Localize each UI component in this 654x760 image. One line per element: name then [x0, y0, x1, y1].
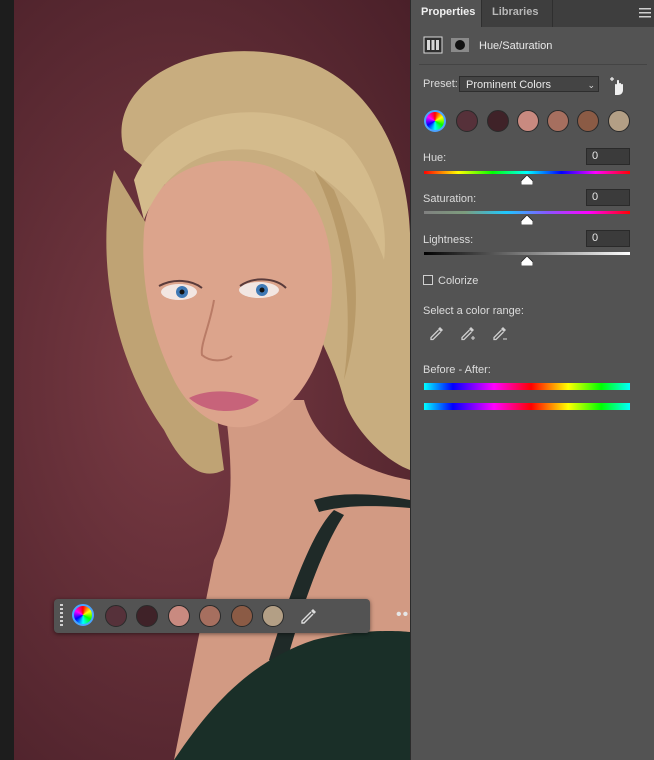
properties-panel: Properties Libraries Hue/Saturation Pres… [410, 0, 654, 760]
hue-input[interactable]: 0 [586, 148, 630, 165]
tab-properties[interactable]: Properties [411, 0, 481, 27]
color-range-label: Select a color range: [423, 305, 524, 317]
before-after-label: Before - After: [423, 364, 491, 376]
color-swatch[interactable] [487, 110, 509, 132]
lightness-input[interactable]: 0 [586, 230, 630, 247]
document-canvas[interactable]: ••• [0, 0, 410, 760]
hue-slider-track[interactable] [424, 171, 630, 174]
preset-label: Preset: [423, 78, 458, 90]
color-swatch[interactable] [577, 110, 599, 132]
more-options-icon[interactable]: ••• [396, 606, 410, 624]
color-swatch[interactable] [456, 110, 478, 132]
adjustment-title: Hue/Saturation [479, 40, 553, 52]
colorize-label: Colorize [438, 275, 479, 287]
adjustment-layer-icon[interactable] [423, 36, 443, 54]
color-swatch[interactable] [231, 605, 253, 627]
panel-menu-icon[interactable] [639, 8, 651, 18]
drag-grip-icon[interactable] [60, 604, 63, 628]
color-swatch[interactable] [105, 605, 127, 627]
portrait-photo [14, 0, 410, 760]
saturation-input[interactable]: 0 [586, 189, 630, 206]
color-wheel-swatch[interactable] [424, 110, 446, 132]
saturation-slider-thumb[interactable] [521, 215, 533, 225]
color-swatch[interactable] [168, 605, 190, 627]
eyedropper-subtract-icon[interactable] [491, 325, 509, 343]
after-color-bar [424, 403, 630, 410]
before-color-bar [424, 383, 630, 390]
saturation-label: Saturation: [423, 193, 477, 205]
tab-libraries[interactable]: Libraries [481, 0, 553, 27]
chevron-down-icon: ⌄ [587, 80, 595, 90]
eyedropper-icon[interactable] [299, 606, 319, 626]
color-swatch[interactable] [517, 110, 539, 132]
color-swatch[interactable] [547, 110, 569, 132]
lightness-label: Lightness: [423, 234, 474, 246]
lightness-slider-thumb[interactable] [521, 256, 533, 266]
eyedropper-add-icon[interactable] [459, 325, 477, 343]
contextual-color-bar: ••• [54, 599, 410, 633]
lightness-slider-track[interactable] [424, 252, 630, 255]
saturation-slider-track[interactable] [424, 211, 630, 214]
color-swatch[interactable] [262, 605, 284, 627]
color-swatch[interactable] [199, 605, 221, 627]
preset-dropdown[interactable]: Prominent Colors ⌄ [459, 76, 599, 92]
layer-mask-icon[interactable] [450, 36, 470, 54]
color-swatch[interactable] [136, 605, 158, 627]
color-swatch[interactable] [608, 110, 630, 132]
eyedropper-icon[interactable] [428, 325, 446, 343]
colorize-checkbox[interactable] [423, 275, 433, 285]
color-wheel-swatch[interactable] [72, 604, 94, 626]
preset-value: Prominent Colors [466, 79, 551, 91]
divider [419, 64, 647, 65]
hue-label: Hue: [423, 152, 447, 164]
panel-tabs: Properties Libraries [411, 0, 654, 27]
targeted-adjustment-hand-icon[interactable] [607, 75, 629, 97]
adjustment-header: Hue/Saturation [423, 35, 643, 57]
hue-slider-thumb[interactable] [521, 175, 533, 185]
